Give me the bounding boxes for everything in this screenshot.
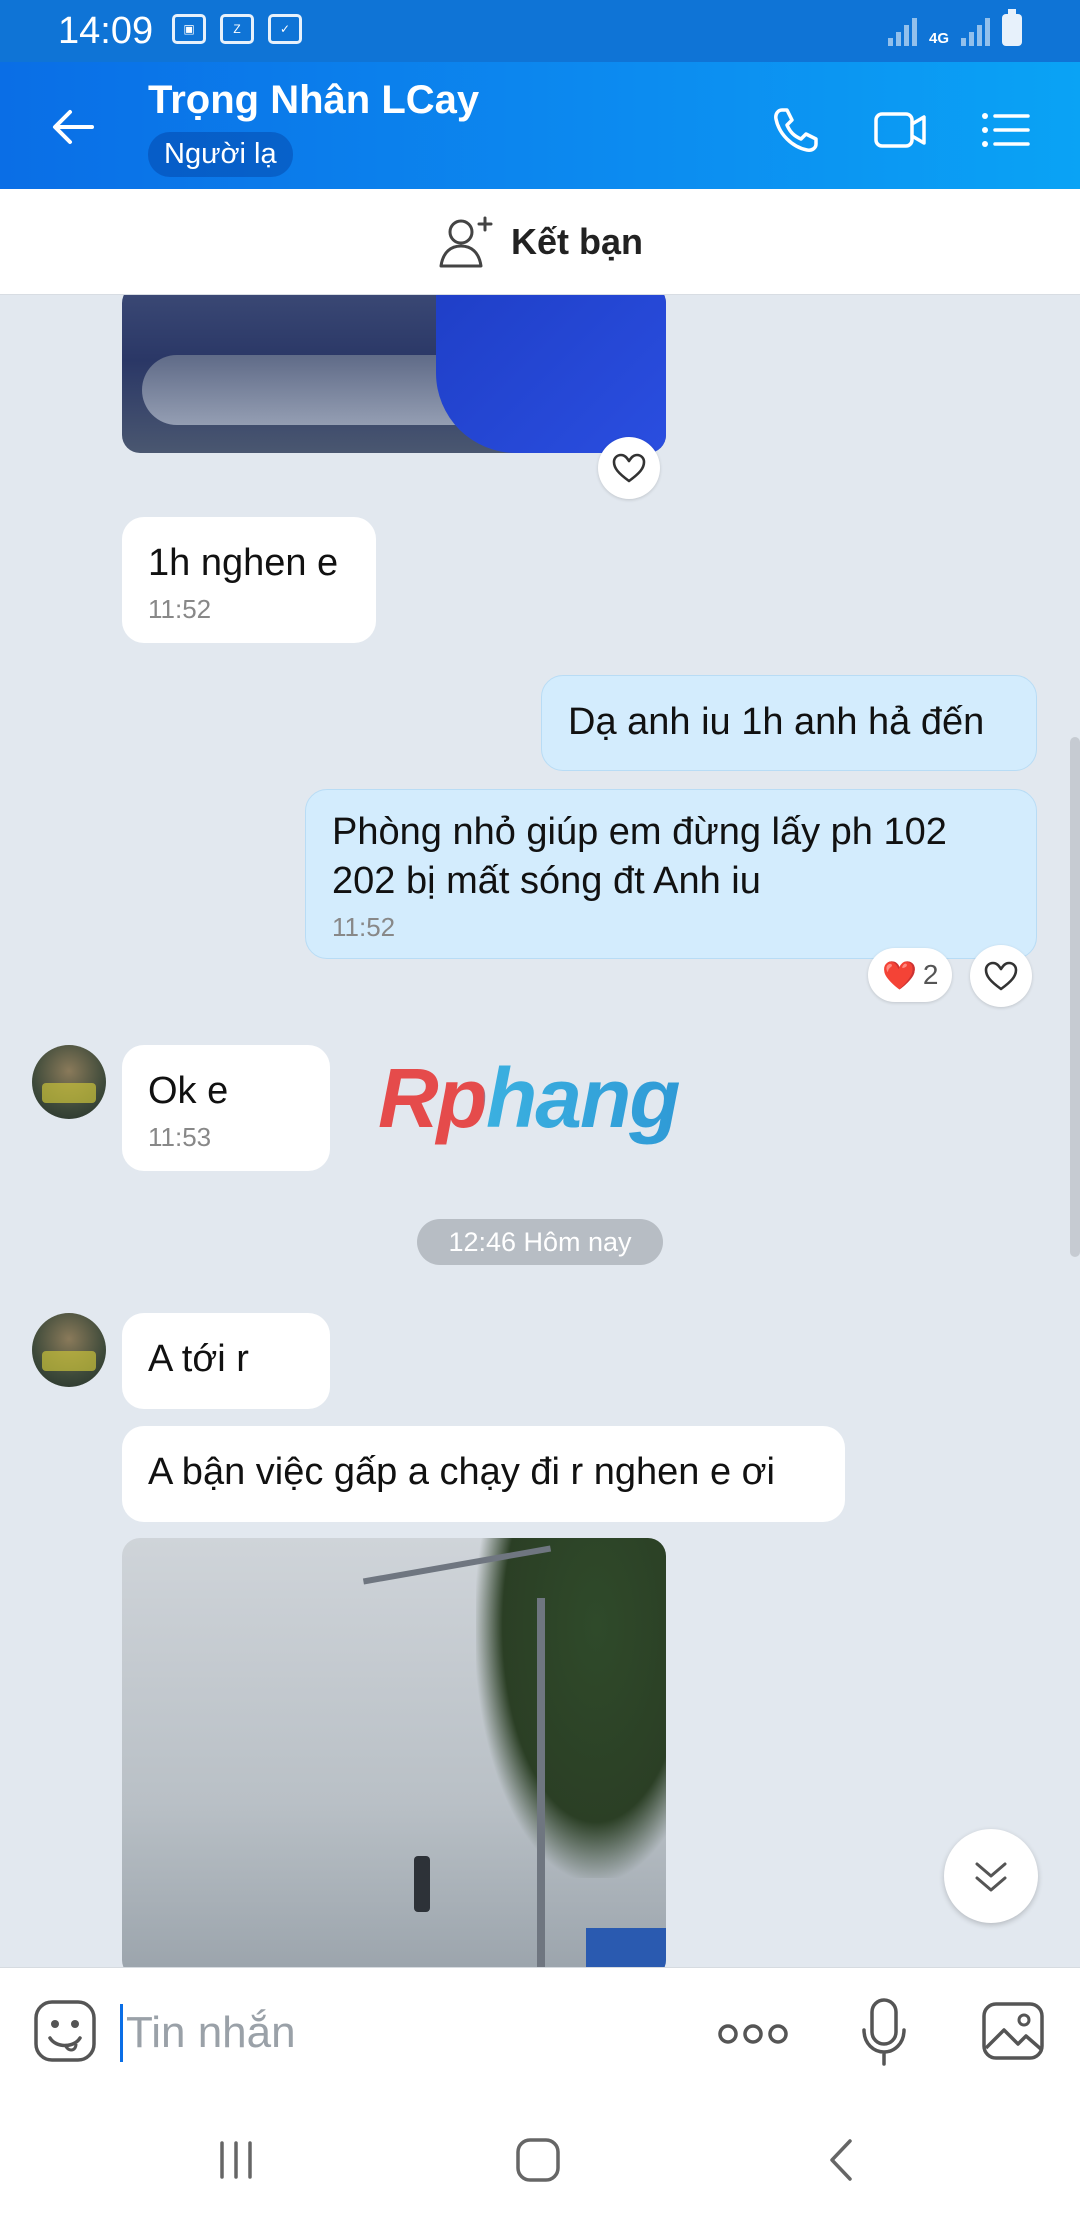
watermark-logo: Rphang xyxy=(378,1051,681,1145)
message-icon: ✓ xyxy=(268,14,302,44)
chat-header: Trọng Nhân LCay Người lạ xyxy=(0,62,1080,189)
message-list[interactable]: 1h nghen e 11:52 Dạ anh iu 1h anh hả đến… xyxy=(0,295,1080,1967)
composer xyxy=(0,1967,1080,2097)
network-type: 4G xyxy=(928,30,949,47)
heart-icon[interactable] xyxy=(970,945,1032,1007)
add-friend-bar[interactable]: Kết bạn xyxy=(0,189,1080,295)
text-caret xyxy=(120,2004,123,2062)
message-text: Dạ anh iu 1h anh hả đến xyxy=(568,701,985,743)
phone-icon[interactable] xyxy=(768,102,824,158)
message-text: A tới r xyxy=(148,1338,249,1380)
scroll-down-button[interactable] xyxy=(944,1829,1038,1923)
scrollbar[interactable] xyxy=(1070,737,1080,1257)
message-bubble[interactable]: Phòng nhỏ giúp em đừng lấy ph 102 202 bị… xyxy=(305,789,1037,959)
message-bubble[interactable]: A bận việc gấp a chạy đi r nghen e ơi xyxy=(122,1426,845,1522)
recent-apps-icon[interactable] xyxy=(206,2135,266,2185)
battery-icon xyxy=(1002,9,1022,46)
message-bubble[interactable]: Dạ anh iu 1h anh hả đến xyxy=(541,675,1037,771)
message-time: 11:52 xyxy=(332,912,396,942)
message-text: Ok e xyxy=(148,1070,229,1112)
sticker-icon[interactable] xyxy=(32,1998,98,2064)
date-separator: 12:46 Hôm nay xyxy=(417,1219,663,1265)
system-navigation-bar xyxy=(0,2097,1080,2220)
message-input[interactable] xyxy=(126,1998,686,2068)
microphone-icon[interactable] xyxy=(860,1996,908,2068)
reaction-count: 2 xyxy=(922,959,939,990)
signal-icon xyxy=(887,16,917,46)
message-bubble[interactable]: Ok e 11:53 xyxy=(122,1045,330,1171)
video-call-icon[interactable] xyxy=(872,102,928,158)
status-bar: 14:09 ▣ Z ✓ 4G xyxy=(0,0,1080,62)
message-bubble[interactable]: A tới r xyxy=(122,1313,330,1409)
reaction-badge[interactable]: ❤️ 2 xyxy=(868,948,953,1002)
image-icon: ▣ xyxy=(172,14,206,44)
message-bubble[interactable]: 1h nghen e 11:52 xyxy=(122,517,376,643)
heart-reaction-icon: ❤️ xyxy=(882,959,917,991)
message-text: A bận việc gấp a chạy đi r nghen e ơi xyxy=(148,1451,775,1493)
message-text: Phòng nhỏ giúp em đừng lấy ph 102 202 bị… xyxy=(332,811,947,902)
avatar[interactable] xyxy=(32,1045,106,1119)
image-picker-icon[interactable] xyxy=(980,2000,1046,2062)
status-time: 14:09 xyxy=(58,10,154,52)
home-icon[interactable] xyxy=(508,2135,568,2185)
notification-icons: ▣ Z ✓ xyxy=(172,14,302,44)
stranger-badge: Người lạ xyxy=(148,132,293,177)
add-friend-icon xyxy=(439,216,493,267)
avatar[interactable] xyxy=(32,1313,106,1387)
photo-message[interactable] xyxy=(122,295,666,453)
photo-message[interactable] xyxy=(122,1538,666,1967)
contact-name[interactable]: Trọng Nhân LCay xyxy=(148,78,479,123)
signal-icon-2 xyxy=(961,16,990,46)
add-friend-label: Kết bạn xyxy=(510,220,643,262)
heart-icon[interactable] xyxy=(598,437,660,499)
menu-list-icon[interactable] xyxy=(978,102,1034,158)
back-chevron-icon[interactable] xyxy=(812,2135,872,2185)
message-text: 1h nghen e xyxy=(148,542,339,584)
message-time: 11:52 xyxy=(148,594,212,624)
message-time: 11:53 xyxy=(148,1122,212,1152)
zalo-icon: Z xyxy=(220,14,254,44)
back-arrow-icon[interactable] xyxy=(46,100,100,154)
more-dots-icon[interactable] xyxy=(716,2004,790,2064)
chevron-double-down-icon xyxy=(975,1862,1007,1892)
